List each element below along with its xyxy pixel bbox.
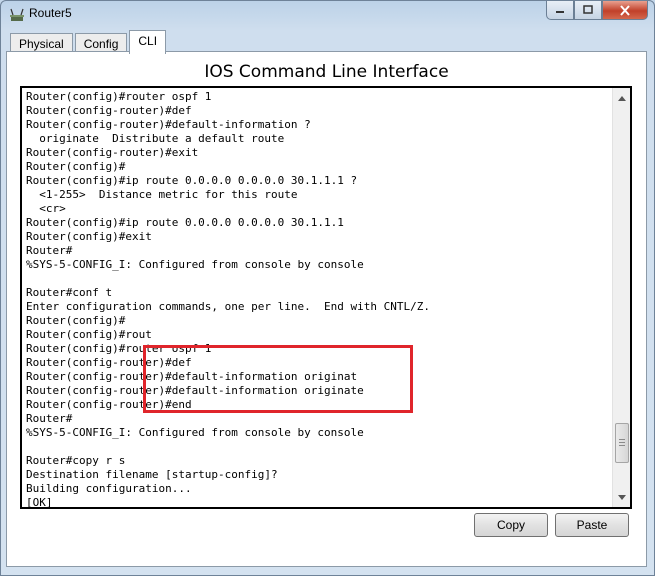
console-line: Enter configuration commands, one per li… <box>26 300 430 313</box>
console-output[interactable]: Router(config)#router ospf 1 Router(confi… <box>20 86 632 509</box>
console-line: Router(config-router)#default-informatio… <box>26 118 311 131</box>
minimize-button[interactable] <box>546 1 574 20</box>
console-line: Router(config)#exit <box>26 230 152 243</box>
console-line: %SYS-5-CONFIG_I: Configured from console… <box>26 426 364 439</box>
tab-cli[interactable]: CLI <box>129 30 167 54</box>
arrow-up-icon <box>617 95 626 101</box>
arrow-down-icon <box>617 494 626 500</box>
console-line: Router(config)# <box>26 314 126 327</box>
console-line: Router# <box>26 244 73 257</box>
paste-button[interactable]: Paste <box>555 513 629 537</box>
title-bar[interactable]: Router5 <box>1 1 654 29</box>
vertical-scrollbar[interactable] <box>612 88 630 507</box>
console-line: Destination filename [startup-config]? <box>26 468 278 481</box>
console-line: originate Distribute a default route <box>26 132 285 145</box>
console-line: Router(config-router)#def <box>26 104 192 117</box>
router-icon <box>10 8 24 21</box>
console-line: %SYS-5-CONFIG_I: Configured from console… <box>26 258 364 271</box>
console-line: Building configuration... <box>26 482 192 495</box>
console-line: <cr> <box>26 202 66 215</box>
console-line: Router(config)#router ospf 1 <box>26 90 212 103</box>
page-title: IOS Command Line Interface <box>204 62 449 82</box>
window-controls <box>546 1 648 20</box>
console-line: Router(config)#ip route 0.0.0.0 0.0.0.0 … <box>26 174 358 187</box>
minimize-icon <box>556 11 564 13</box>
console-text[interactable]: Router(config)#router ospf 1 Router(confi… <box>26 90 610 509</box>
console-line: <1-255> Distance metric for this route <box>26 188 298 201</box>
scroll-thumb[interactable] <box>615 423 629 463</box>
console-line: [OK] <box>26 496 53 509</box>
console-line: Router#copy r s <box>26 454 126 467</box>
console-line: Router(config)# <box>26 160 126 173</box>
console-line: Router(config)#rout <box>26 328 152 341</box>
scroll-up-button[interactable] <box>613 90 630 106</box>
window-title: Router5 <box>29 6 72 20</box>
console-line: Router(config-router)#exit <box>26 146 199 159</box>
highlight-box <box>143 345 413 413</box>
console-line: Router#conf t <box>26 286 113 299</box>
console-line: Router# <box>26 412 73 425</box>
maximize-icon <box>583 5 593 14</box>
console-line: Router(config)#ip route 0.0.0.0 0.0.0.0 … <box>26 216 344 229</box>
maximize-button[interactable] <box>574 1 602 20</box>
copy-button[interactable]: Copy <box>474 513 548 537</box>
close-button[interactable] <box>602 1 648 20</box>
scroll-down-button[interactable] <box>613 489 630 505</box>
close-icon <box>620 4 630 16</box>
